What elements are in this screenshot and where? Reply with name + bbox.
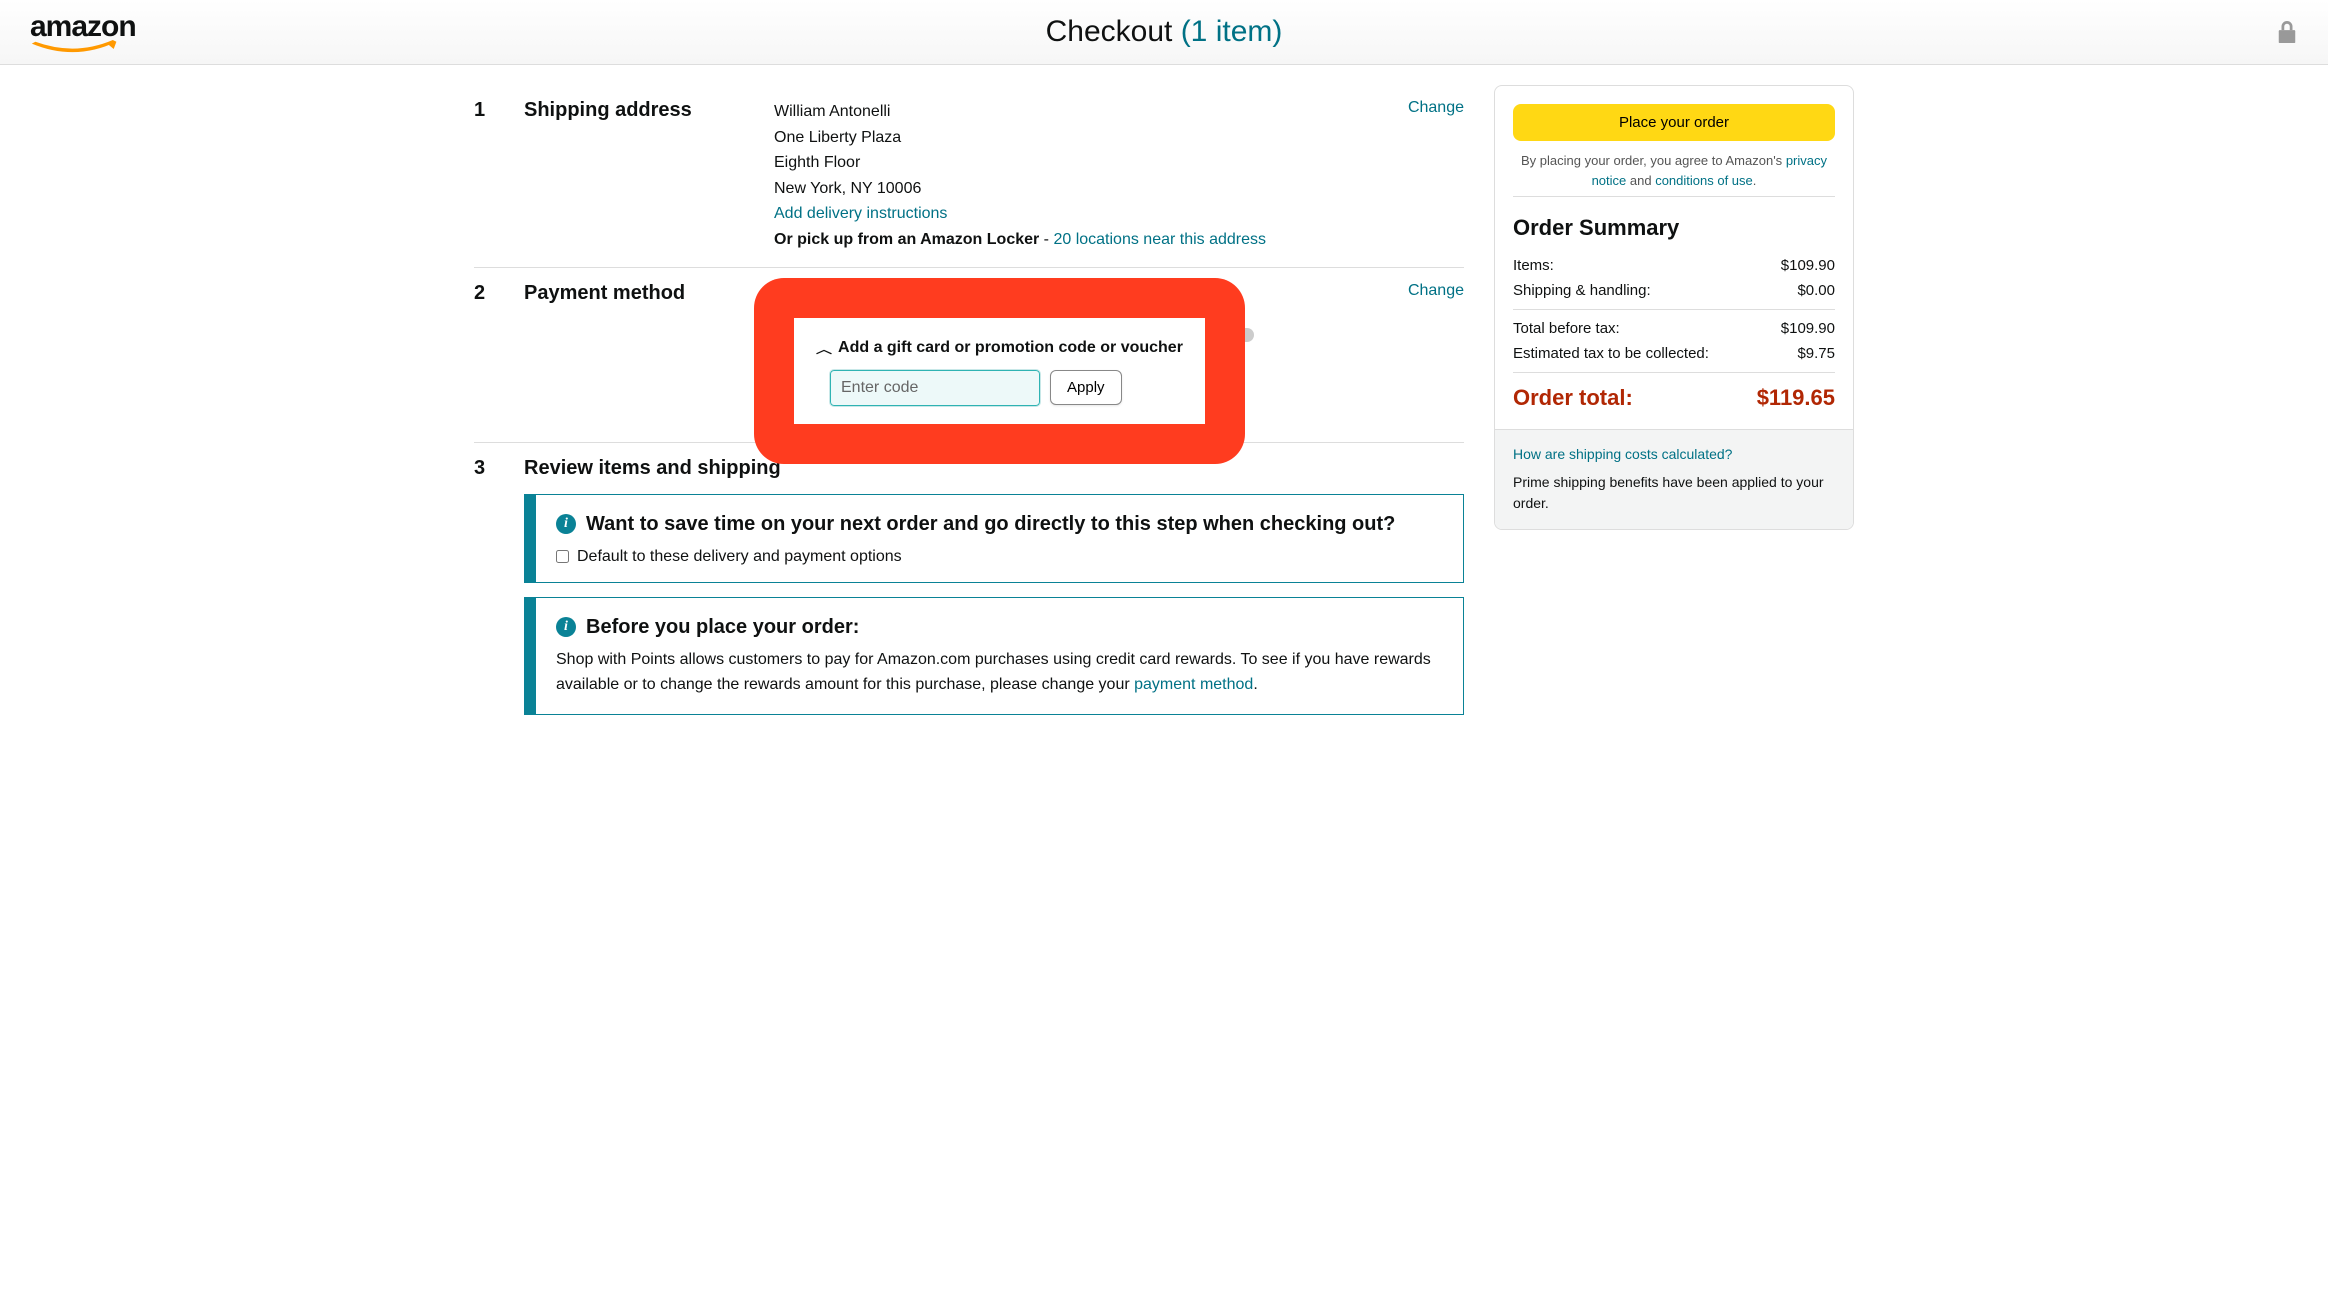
page-title: Checkout (1 item): [1046, 15, 1283, 49]
step-title: Shipping address: [524, 99, 744, 253]
step-title: Review items and shipping: [524, 457, 781, 480]
step-title: Payment method: [524, 282, 744, 428]
default-options-label: Default to these delivery and payment op…: [577, 548, 902, 566]
summary-label: Estimated tax to be collected:: [1513, 345, 1709, 362]
summary-row: Estimated tax to be collected: $9.75: [1513, 341, 1835, 366]
page-header: amazon Checkout (1 item): [0, 0, 2328, 65]
gift-card-heading: Add a gift card or promotion code or vou…: [838, 339, 1183, 357]
order-summary-column: Place your order By placing your order, …: [1494, 85, 1854, 729]
logo-swoosh-icon: [30, 40, 120, 54]
promo-code-input[interactable]: [830, 370, 1040, 406]
summary-label: Items:: [1513, 257, 1554, 274]
summary-value: $0.00: [1797, 282, 1835, 299]
info-icon: i: [556, 617, 576, 637]
before-order-card: i Before you place your order: Shop with…: [524, 597, 1464, 715]
period: .: [1253, 676, 1257, 693]
agree-text: By placing your order, you agree to Amaz…: [1513, 151, 1835, 190]
locker-sep: -: [1039, 231, 1053, 248]
step-payment-method: 2 Payment method VISA Visa ending in Cha…: [474, 268, 1464, 443]
summary-row: Total before tax: $109.90: [1513, 316, 1835, 341]
add-delivery-instructions-link[interactable]: Add delivery instructions: [774, 205, 947, 222]
main-column: 1 Shipping address William Antonelli One…: [474, 85, 1464, 729]
conditions-of-use-link[interactable]: conditions of use: [1655, 173, 1753, 188]
order-total-value: $119.65: [1757, 385, 1835, 411]
summary-value: $9.75: [1797, 345, 1835, 362]
summary-row: Items: $109.90: [1513, 253, 1835, 278]
shipping-name: William Antonelli: [774, 99, 1378, 125]
gift-card-toggle[interactable]: ︿ Add a gift card or promotion code or v…: [816, 336, 1183, 360]
shipping-line1: One Liberty Plaza: [774, 125, 1378, 151]
shipping-body: William Antonelli One Liberty Plaza Eigh…: [774, 99, 1378, 253]
payment-method-link[interactable]: payment method: [1134, 676, 1253, 693]
before-order-body: Shop with Points allows customers to pay…: [556, 651, 1431, 694]
summary-label: Shipping & handling:: [1513, 282, 1651, 299]
info-icon: i: [556, 514, 576, 534]
shipping-costs-link[interactable]: How are shipping costs calculated?: [1513, 446, 1732, 462]
order-total-label: Order total:: [1513, 385, 1633, 411]
order-summary-box: Place your order By placing your order, …: [1494, 85, 1854, 530]
order-total-row: Order total: $119.65: [1513, 379, 1835, 411]
locker-locations-link[interactable]: 20 locations near this address: [1053, 231, 1266, 248]
title-item-count: (1 item): [1181, 15, 1283, 48]
summary-footer: How are shipping costs calculated? Prime…: [1495, 429, 1853, 529]
shipping-city: New York, NY 10006: [774, 176, 1378, 202]
gift-card-panel: ︿ Add a gift card or promotion code or v…: [794, 318, 1205, 424]
save-time-card: i Want to save time on your next order a…: [524, 494, 1464, 583]
step-shipping-address: 1 Shipping address William Antonelli One…: [474, 85, 1464, 268]
before-order-heading: Before you place your order:: [586, 614, 859, 641]
step-number: 3: [474, 457, 494, 480]
summary-value: $109.90: [1781, 257, 1835, 274]
default-options-checkbox[interactable]: [556, 550, 569, 563]
summary-row: Shipping & handling: $0.00: [1513, 278, 1835, 303]
apply-button[interactable]: Apply: [1050, 370, 1122, 405]
save-time-heading: Want to save time on your next order and…: [586, 511, 1395, 538]
chevron-up-icon: ︿: [816, 339, 832, 356]
summary-value: $109.90: [1781, 320, 1835, 337]
title-prefix: Checkout: [1046, 15, 1181, 48]
change-payment-link[interactable]: Change: [1408, 282, 1464, 428]
step-number: 2: [474, 282, 494, 428]
change-shipping-link[interactable]: Change: [1408, 99, 1464, 253]
amazon-logo[interactable]: amazon: [30, 10, 136, 54]
place-order-button[interactable]: Place your order: [1513, 104, 1835, 141]
prime-benefits-text: Prime shipping benefits have been applie…: [1513, 472, 1835, 515]
summary-label: Total before tax:: [1513, 320, 1620, 337]
step-number: 1: [474, 99, 494, 253]
locker-prefix: Or pick up from an Amazon Locker: [774, 231, 1039, 248]
annotation-highlight: ︿ Add a gift card or promotion code or v…: [754, 278, 1245, 464]
logo-text: amazon: [30, 10, 136, 44]
shipping-line2: Eighth Floor: [774, 150, 1378, 176]
order-summary-heading: Order Summary: [1513, 215, 1835, 241]
lock-icon: [2276, 19, 2298, 45]
